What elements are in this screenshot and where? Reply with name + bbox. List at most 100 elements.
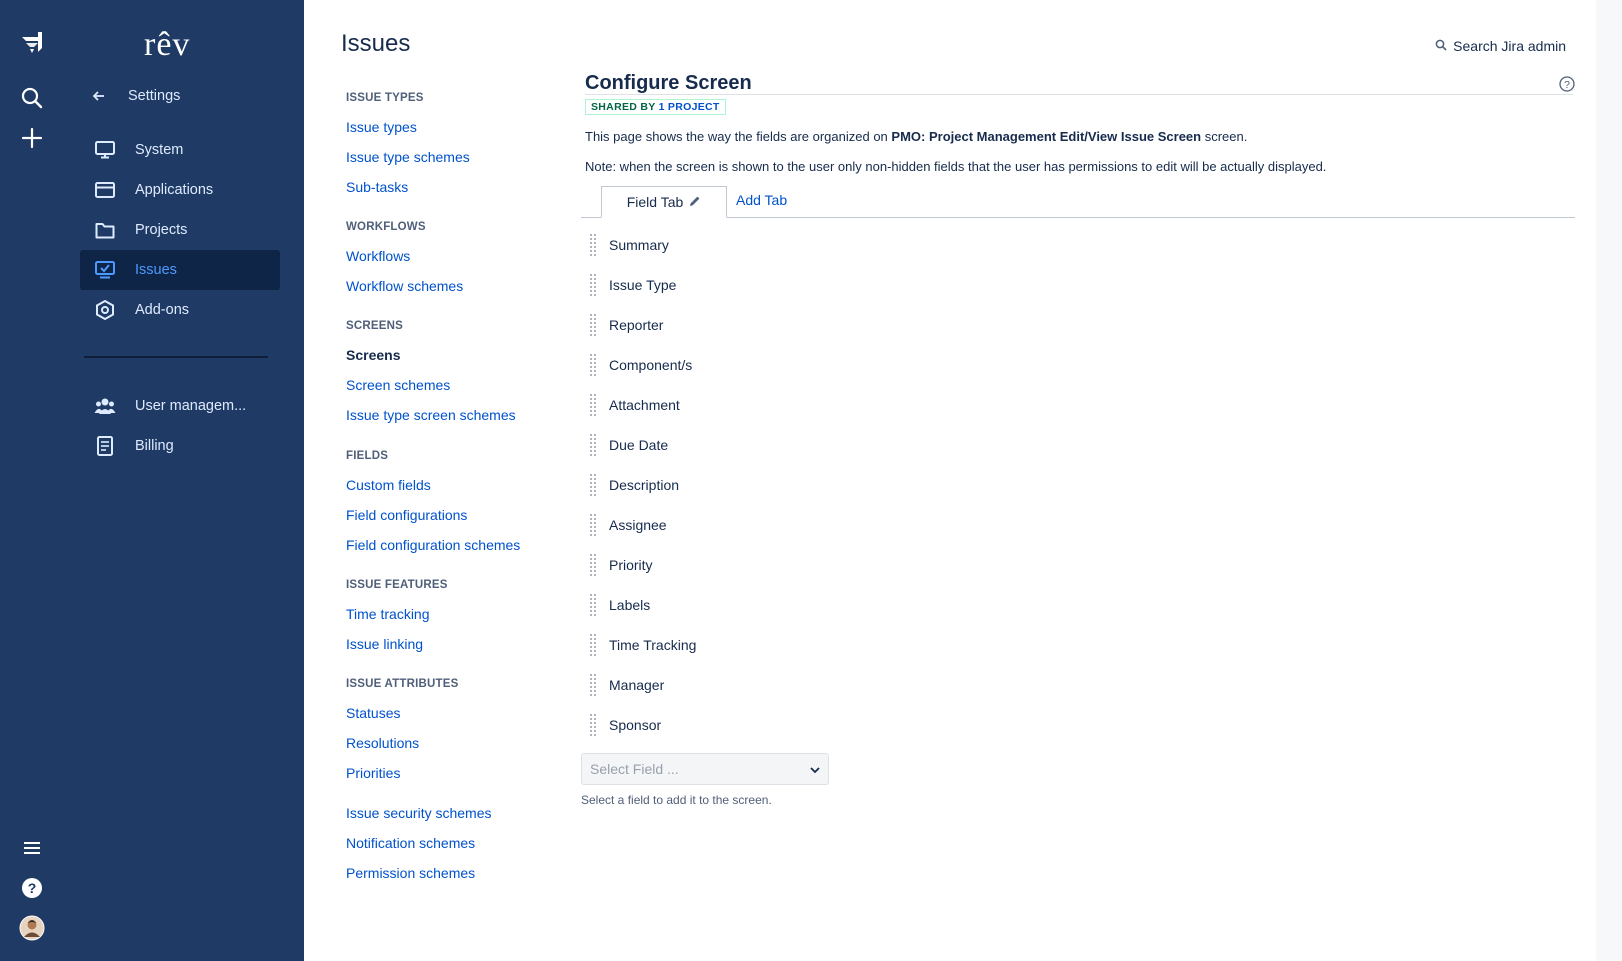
screen-tabs: Field Tab Add Tab <box>581 186 1575 218</box>
sidebar-item-system[interactable]: System <box>80 130 280 170</box>
users-icon <box>93 394 117 418</box>
field-row[interactable]: Time Tracking <box>589 631 989 659</box>
nav-link-statuses[interactable]: Statuses <box>346 705 400 721</box>
nav-link-screens[interactable]: Screens <box>346 347 400 363</box>
search-jira-admin-label: Search Jira admin <box>1453 38 1566 54</box>
drag-handle-icon[interactable] <box>589 513 597 537</box>
nav-link-field-configuration-schemes[interactable]: Field configuration schemes <box>346 537 520 553</box>
shared-by-badge: SHARED BY 1 PROJECT <box>585 99 726 115</box>
nav-link-workflow-schemes[interactable]: Workflow schemes <box>346 278 463 294</box>
field-row[interactable]: Labels <box>589 591 989 619</box>
field-row[interactable]: Manager <box>589 671 989 699</box>
jira-logo-icon[interactable] <box>12 22 52 62</box>
sidebar-item-label: Add-ons <box>135 302 190 318</box>
field-row[interactable]: Summary <box>589 231 989 259</box>
field-label: Assignee <box>609 517 667 533</box>
nav-link-notification-schemes[interactable]: Notification schemes <box>346 835 475 851</box>
field-row[interactable]: Sponsor <box>589 711 989 739</box>
select-field-hint: Select a field to add it to the screen. <box>581 793 772 807</box>
settings-back-link[interactable]: Settings <box>92 88 180 104</box>
drag-handle-icon[interactable] <box>589 553 597 577</box>
field-row[interactable]: Reporter <box>589 311 989 339</box>
nav-link-screen-schemes[interactable]: Screen schemes <box>346 377 450 393</box>
drag-handle-icon[interactable] <box>589 393 597 417</box>
sidebar-item-user-management[interactable]: User managem... <box>80 386 280 426</box>
issues-icon <box>93 258 117 282</box>
drag-handle-icon[interactable] <box>589 313 597 337</box>
sidebar-item-label: Projects <box>135 222 188 238</box>
tab-field-tab[interactable]: Field Tab <box>601 186 727 218</box>
avatar[interactable] <box>12 908 52 948</box>
product-sidebar: rêv Settings System Applications Project… <box>64 0 304 961</box>
nav-link-sub-tasks[interactable]: Sub-tasks <box>346 179 408 195</box>
nav-link-resolutions[interactable]: Resolutions <box>346 735 419 751</box>
section-heading-screens: SCREENS <box>346 320 403 332</box>
shared-projects-link[interactable]: 1 PROJECT <box>659 101 720 113</box>
drag-handle-icon[interactable] <box>589 233 597 257</box>
field-label: Time Tracking <box>609 637 697 653</box>
field-row[interactable]: Due Date <box>589 431 989 459</box>
field-label: Sponsor <box>609 717 662 733</box>
page-scroll-gutter <box>1596 0 1622 961</box>
menu-icon[interactable] <box>12 828 52 868</box>
global-navigation: ? <box>0 0 64 961</box>
settings-label: Settings <box>128 88 181 104</box>
svg-text:?: ? <box>1564 79 1570 91</box>
nav-link-workflows[interactable]: Workflows <box>346 248 410 264</box>
folder-icon <box>93 218 117 242</box>
section-heading-issue-attributes: ISSUE ATTRIBUTES <box>346 678 459 690</box>
nav-link-time-tracking[interactable]: Time tracking <box>346 606 430 622</box>
arrow-left-icon <box>92 89 106 103</box>
sidebar-item-addons[interactable]: Add-ons <box>80 290 280 330</box>
section-heading-issue-features: ISSUE FEATURES <box>346 579 448 591</box>
section-heading-fields: FIELDS <box>346 450 389 462</box>
configure-screen-title: Configure Screen <box>585 72 752 94</box>
drag-handle-icon[interactable] <box>589 633 597 657</box>
nav-link-field-configurations[interactable]: Field configurations <box>346 507 467 523</box>
sidebar-item-issues[interactable]: Issues <box>80 250 280 290</box>
drag-handle-icon[interactable] <box>589 353 597 377</box>
nav-link-priorities[interactable]: Priorities <box>346 765 400 781</box>
brand-logo[interactable]: rêv <box>144 26 190 64</box>
add-tab-link[interactable]: Add Tab <box>736 192 787 208</box>
sidebar-item-projects[interactable]: Projects <box>80 210 280 250</box>
sidebar-item-billing[interactable]: Billing <box>80 426 280 466</box>
nav-link-issue-types[interactable]: Issue types <box>346 119 417 135</box>
help-icon[interactable]: ? <box>1559 76 1575 97</box>
drag-handle-icon[interactable] <box>589 673 597 697</box>
nav-link-issue-security-schemes[interactable]: Issue security schemes <box>346 805 492 821</box>
pencil-icon[interactable] <box>689 194 701 210</box>
svg-text:?: ? <box>28 880 37 896</box>
sidebar-item-label: Applications <box>135 182 214 198</box>
nav-link-custom-fields[interactable]: Custom fields <box>346 477 431 493</box>
drag-handle-icon[interactable] <box>589 593 597 617</box>
drag-handle-icon[interactable] <box>589 433 597 457</box>
nav-link-permission-schemes[interactable]: Permission schemes <box>346 865 475 881</box>
drag-handle-icon[interactable] <box>589 713 597 737</box>
help-icon[interactable]: ? <box>12 868 52 908</box>
nav-link-issue-linking[interactable]: Issue linking <box>346 636 423 652</box>
field-row[interactable]: Issue Type <box>589 271 989 299</box>
field-row[interactable]: Assignee <box>589 511 989 539</box>
tab-label: Field Tab <box>626 194 684 210</box>
create-plus-icon[interactable] <box>12 118 52 158</box>
nav-link-issue-type-screen-schemes[interactable]: Issue type screen schemes <box>346 407 516 423</box>
badge-prefix: SHARED BY <box>591 101 656 113</box>
search-icon[interactable] <box>12 78 52 118</box>
drag-handle-icon[interactable] <box>589 273 597 297</box>
nav-link-issue-type-schemes[interactable]: Issue type schemes <box>346 149 470 165</box>
page-title: Issues <box>341 30 411 57</box>
screen-name: PMO: Project Management Edit/View Issue … <box>891 129 1202 144</box>
field-row[interactable]: Attachment <box>589 391 989 419</box>
field-label: Reporter <box>609 317 664 333</box>
field-row[interactable]: Description <box>589 471 989 499</box>
drag-handle-icon[interactable] <box>589 473 597 497</box>
select-field-dropdown[interactable]: Select Field ... <box>581 753 829 785</box>
description-text: This page shows the way the fields are o… <box>585 129 892 144</box>
sidebar-item-applications[interactable]: Applications <box>80 170 280 210</box>
field-row[interactable]: Priority <box>589 551 989 579</box>
field-row[interactable]: Component/s <box>589 351 989 379</box>
field-label: Component/s <box>609 357 693 373</box>
search-jira-admin-link[interactable]: Search Jira admin <box>1435 38 1566 54</box>
addons-icon <box>93 298 117 322</box>
